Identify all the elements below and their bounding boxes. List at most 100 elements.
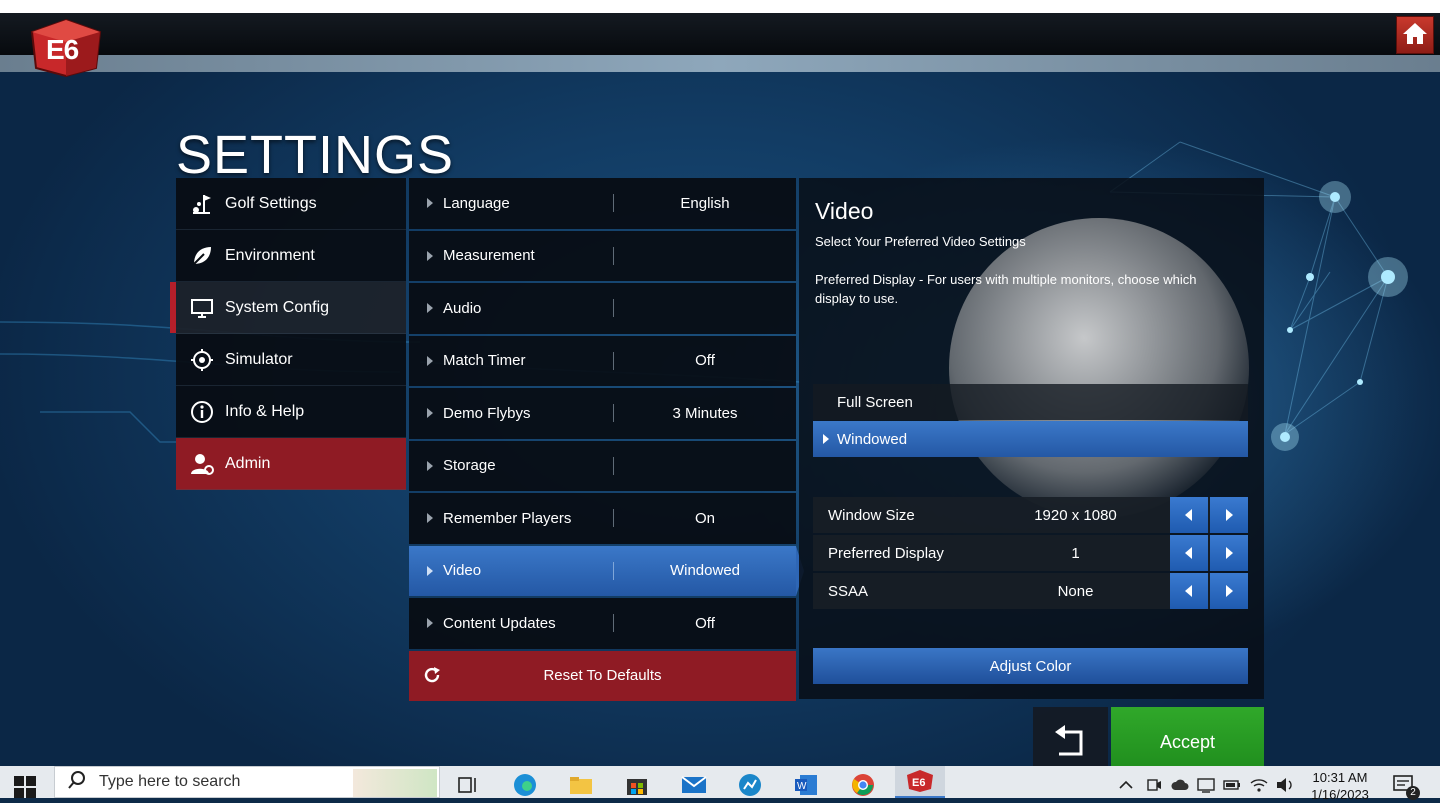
word-icon: W [795, 775, 817, 795]
option-label: Video [443, 562, 482, 580]
meet-now-tray-icon[interactable] [1145, 776, 1163, 794]
ssaa-row: SSAA None [813, 573, 1248, 609]
decrease-button[interactable] [1170, 573, 1208, 609]
battery-icon [1223, 780, 1240, 790]
show-hidden-icons-button[interactable] [1117, 776, 1135, 794]
increase-button[interactable] [1210, 535, 1248, 571]
word-button[interactable]: W [792, 772, 820, 798]
selected-arrow-icon [823, 434, 829, 444]
video-detail-panel: Video Select Your Preferred Video Settin… [799, 178, 1264, 699]
option-label: Match Timer [443, 352, 526, 370]
edge-icon [514, 774, 536, 796]
home-icon [1402, 21, 1428, 50]
row-label: SSAA [828, 582, 869, 600]
mode-windowed[interactable]: Windowed [813, 421, 1248, 457]
monitor-icon [189, 295, 215, 321]
option-value: Off [695, 352, 715, 370]
battery-tray-icon[interactable] [1223, 776, 1241, 794]
left-arrow-icon [1185, 509, 1192, 521]
row-value: None [1057, 582, 1094, 600]
category-system-config[interactable]: System Config [170, 282, 406, 334]
display-tray-icon[interactable] [1197, 776, 1215, 794]
decrease-button[interactable] [1170, 535, 1208, 571]
increase-button[interactable] [1210, 497, 1248, 533]
admin-user-icon [189, 451, 215, 477]
category-label: Golf Settings [225, 194, 317, 212]
expand-arrow-icon [427, 303, 433, 314]
chevron-up-icon [1119, 780, 1133, 789]
category-simulator[interactable]: Simulator [176, 334, 406, 386]
page-title: SETTINGS [176, 125, 455, 185]
search-highlight-image [353, 769, 437, 797]
speaker-icon [1277, 778, 1292, 792]
right-arrow-icon [1226, 547, 1233, 559]
option-content-updates[interactable]: Content Updates Off [409, 598, 796, 649]
category-label: Info & Help [225, 402, 305, 420]
golf-flag-icon [189, 191, 215, 217]
mode-label: Windowed [837, 430, 908, 448]
divider [613, 299, 614, 317]
reset-defaults-button[interactable]: Reset To Defaults [409, 650, 796, 701]
task-view-icon [458, 777, 476, 793]
row-value: 1920 x 1080 [1034, 506, 1117, 524]
search-icon [67, 770, 87, 795]
option-value: Windowed [669, 562, 741, 580]
e6-logo: E6 [30, 18, 102, 78]
category-admin[interactable]: Admin [176, 438, 406, 490]
expand-arrow-icon [427, 198, 433, 209]
mode-label: Full Screen [837, 393, 913, 411]
detail-description: Preferred Display - For users with multi… [815, 272, 1197, 306]
category-info-help[interactable]: Info & Help [176, 386, 406, 438]
increase-button[interactable] [1210, 573, 1248, 609]
decrease-button[interactable] [1170, 497, 1208, 533]
volume-tray-icon[interactable] [1276, 776, 1294, 794]
network-app-button[interactable] [736, 772, 764, 798]
option-match-timer[interactable]: Match Timer Off [409, 335, 796, 386]
right-arrow-icon [1226, 509, 1233, 521]
task-view-button[interactable] [454, 772, 482, 798]
category-environment[interactable]: Environment [176, 230, 406, 282]
option-label: Storage [443, 457, 496, 475]
expand-arrow-icon [427, 565, 433, 576]
file-explorer-button[interactable] [567, 772, 595, 798]
taskbar-search-input[interactable]: Type here to search [54, 766, 440, 798]
wifi-tray-icon[interactable] [1250, 776, 1268, 794]
category-label: Environment [225, 246, 315, 264]
windows-taskbar: Type here to search W E6 10:31 AM 1/16/2… [0, 766, 1440, 802]
row-label: Preferred Display [828, 544, 944, 562]
target-icon [189, 347, 215, 373]
windows-start-button[interactable] [14, 776, 36, 798]
mail-button[interactable] [680, 772, 708, 798]
edge-browser-button[interactable] [511, 772, 539, 798]
option-remember-players[interactable]: Remember Players On [409, 493, 796, 544]
onedrive-tray-icon[interactable] [1171, 776, 1189, 794]
expand-arrow-icon [427, 618, 433, 629]
home-button[interactable] [1396, 16, 1434, 54]
option-measurement[interactable]: Measurement [409, 230, 796, 281]
adjust-color-button[interactable]: Adjust Color [813, 648, 1248, 684]
option-language[interactable]: Language English [409, 178, 796, 229]
microsoft-store-button[interactable] [623, 772, 651, 798]
chrome-button[interactable] [849, 772, 877, 798]
top-bar-accent [0, 55, 1440, 72]
leaf-icon [189, 243, 215, 269]
option-audio[interactable]: Audio [409, 283, 796, 334]
option-label: Remember Players [443, 509, 572, 527]
option-demo-flybys[interactable]: Demo Flybys 3 Minutes [409, 388, 796, 439]
app-icon [739, 774, 761, 796]
option-label: Content Updates [443, 614, 556, 632]
divider [613, 456, 614, 475]
e6-connect-taskbar-button[interactable]: E6 [895, 766, 945, 798]
option-video[interactable]: Video Windowed [409, 545, 804, 596]
notification-center-button[interactable]: 2 [1392, 774, 1420, 800]
category-golf-settings[interactable]: Golf Settings [176, 178, 406, 230]
preferred-display-row: Preferred Display 1 [813, 535, 1248, 571]
camera-icon [1147, 779, 1161, 791]
option-label: Language [443, 194, 510, 212]
folder-icon [570, 777, 592, 794]
mode-full-screen[interactable]: Full Screen [813, 384, 1248, 420]
category-label: Simulator [225, 350, 293, 368]
row-label: Window Size [828, 506, 915, 524]
category-menu: Golf Settings Environment System Config … [170, 178, 406, 490]
option-storage[interactable]: Storage [409, 440, 796, 491]
